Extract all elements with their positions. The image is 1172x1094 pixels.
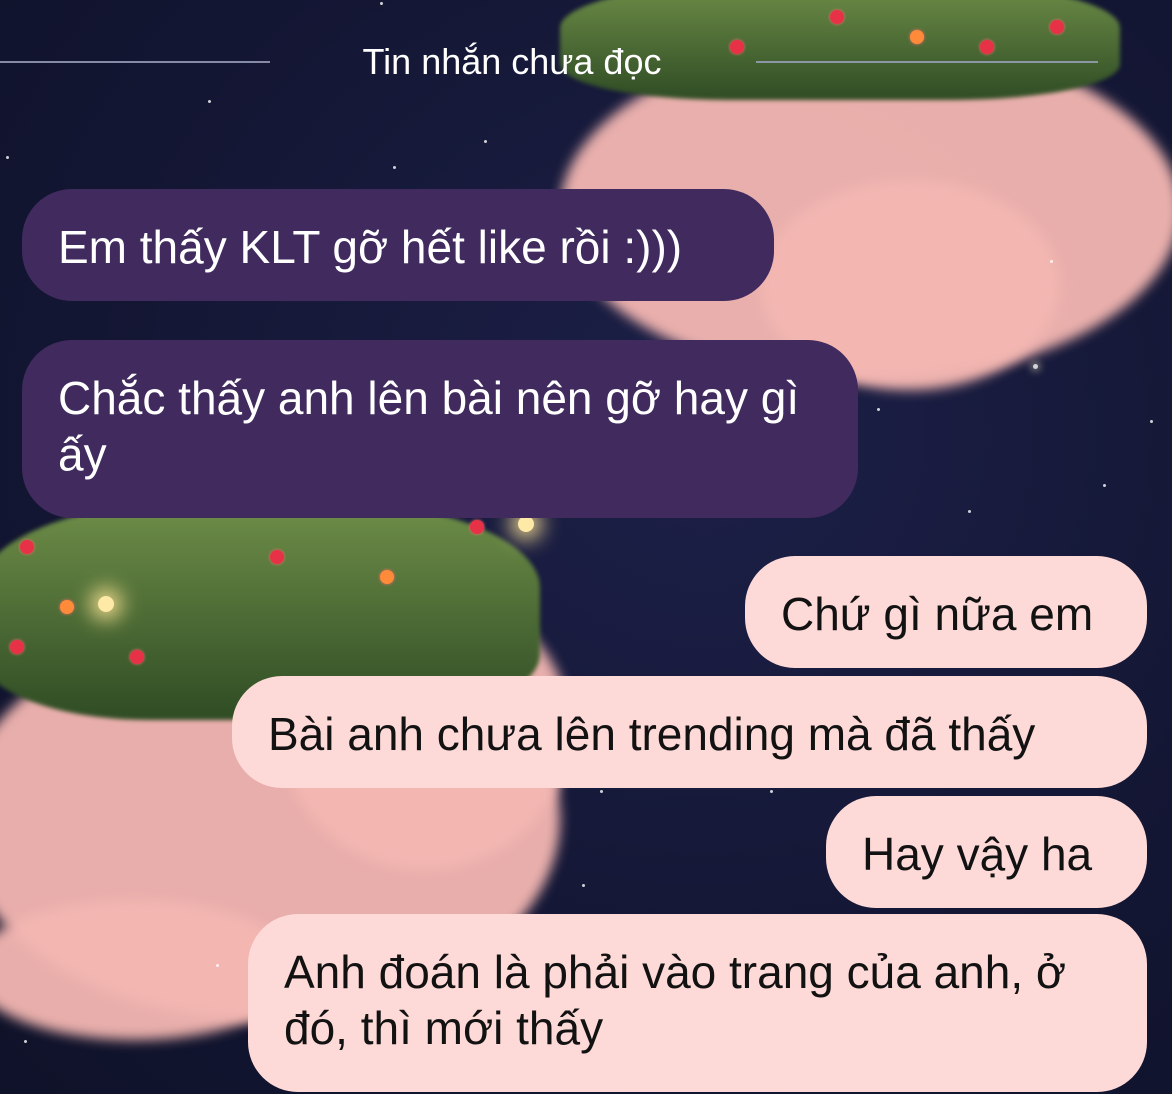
flower (830, 10, 844, 24)
message-bubble-outgoing[interactable]: Hay vậy ha (826, 796, 1147, 908)
flower (270, 550, 284, 564)
message-bubble-outgoing[interactable]: Anh đoán là phải vào trang của anh, ở đó… (248, 914, 1147, 1092)
message-text: Chứ gì nữa em (781, 588, 1094, 640)
message-text: Hay vậy ha (862, 828, 1093, 880)
star (216, 964, 219, 967)
flower (10, 640, 24, 654)
message-bubble-incoming[interactable]: Chắc thấy anh lên bài nên gỡ hay gì ấy (22, 340, 858, 518)
message-text: Anh đoán là phải vào trang của anh, ở đó… (284, 946, 1067, 1054)
flower (130, 650, 144, 664)
flower (20, 540, 34, 554)
star (877, 408, 880, 411)
star (1150, 420, 1153, 423)
flower (60, 600, 74, 614)
flower (1050, 20, 1064, 34)
flower (380, 570, 394, 584)
unread-divider: Tin nhắn chưa đọc (0, 40, 1172, 88)
star (208, 100, 211, 103)
star (24, 1040, 27, 1043)
star (1033, 364, 1038, 369)
divider-line-right (756, 61, 1098, 63)
firefly-light (98, 596, 114, 612)
star (1050, 260, 1053, 263)
firefly-light (518, 516, 534, 532)
message-bubble-outgoing[interactable]: Chứ gì nữa em (745, 556, 1147, 668)
star (968, 510, 971, 513)
star (1103, 484, 1106, 487)
star (6, 156, 9, 159)
message-bubble-incoming[interactable]: Em thấy KLT gỡ hết like rồi :))) (22, 189, 774, 301)
star (484, 140, 487, 143)
message-bubble-outgoing[interactable]: Bài anh chưa lên trending mà đã thấy (232, 676, 1147, 788)
star (600, 790, 603, 793)
message-text: Bài anh chưa lên trending mà đã thấy (268, 708, 1036, 760)
star (393, 166, 396, 169)
message-text: Em thấy KLT gỡ hết like rồi :))) (58, 221, 683, 273)
star (770, 790, 773, 793)
flower (470, 520, 484, 534)
message-text: Chắc thấy anh lên bài nên gỡ hay gì ấy (58, 372, 800, 480)
star (582, 884, 585, 887)
star (380, 2, 383, 5)
